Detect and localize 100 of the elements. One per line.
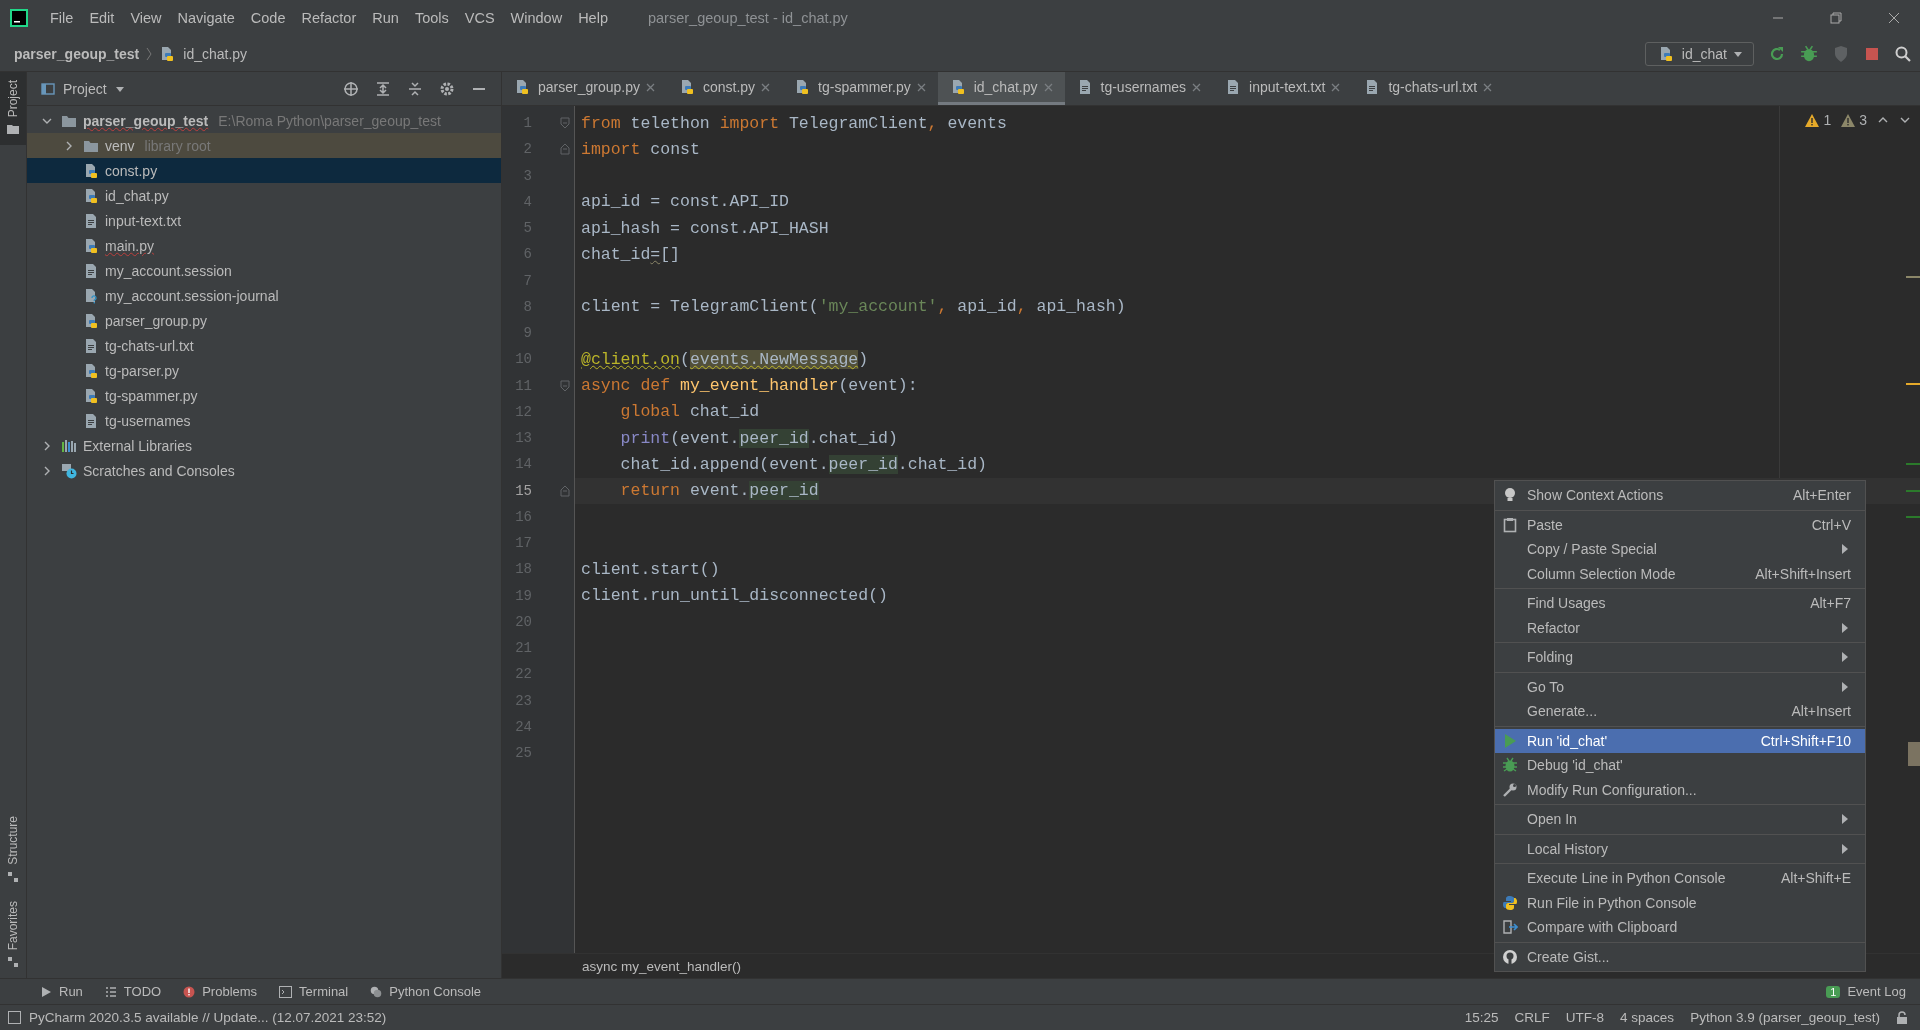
panel-title-dropdown[interactable]: Project [63, 80, 107, 97]
editor-tab[interactable]: const.py [666, 72, 783, 105]
inspection-counter[interactable]: 1 [1805, 112, 1832, 128]
fold-marker-icon[interactable] [560, 143, 570, 156]
stop-icon[interactable] [1864, 45, 1880, 62]
tree-row[interactable]: Scratches and Consoles [27, 458, 501, 483]
menu-item[interactable]: Window [502, 10, 571, 26]
shield-icon[interactable] [1832, 44, 1850, 63]
tree-row[interactable]: main.py [27, 233, 501, 258]
tree-row[interactable]: External Libraries [27, 433, 501, 458]
menu-item[interactable]: Local History [1495, 836, 1865, 861]
rerun-icon[interactable] [1768, 44, 1786, 63]
menu-item[interactable]: Code [242, 10, 294, 26]
tree-row[interactable]: tg-parser.py [27, 358, 501, 383]
tree-row[interactable]: tg-spammer.py [27, 383, 501, 408]
tool-window-button[interactable]: Problems [183, 984, 258, 999]
menu-item[interactable]: Generate... Alt+Insert [1495, 699, 1865, 724]
status-bar-item[interactable]: Python 3.9 (parser_geoup_test) [1690, 1010, 1880, 1025]
code-breadcrumb[interactable]: async my_event_handler() [582, 958, 742, 974]
tool-window-tab[interactable]: Favorites [0, 892, 26, 978]
search-icon[interactable] [1894, 44, 1912, 63]
fold-marker-icon[interactable] [560, 117, 570, 130]
tree-row[interactable]: id_chat.py [27, 183, 501, 208]
menu-item[interactable]: Tools [406, 10, 457, 26]
status-bar-item[interactable]: CRLF [1514, 1010, 1550, 1025]
menu-item[interactable]: Open In [1495, 807, 1865, 832]
status-message[interactable]: PyCharm 2020.3.5 available // Update... (12.07.2021 23:52) [29, 1010, 387, 1025]
close-icon[interactable] [1331, 82, 1341, 92]
fold-marker-icon[interactable] [560, 379, 570, 392]
tool-window-button[interactable]: Python Console [370, 984, 481, 999]
menu-item[interactable]: Create Gist... [1495, 944, 1865, 969]
close-icon[interactable] [916, 82, 926, 92]
tool-window-tab[interactable]: Structure [0, 807, 26, 893]
tree-row[interactable]: const.py [27, 158, 501, 183]
inspection-counter[interactable]: 3 [1841, 112, 1867, 128]
menu-item[interactable]: Edit [81, 10, 123, 26]
menu-item[interactable]: Run [364, 10, 407, 26]
menu-item[interactable]: Run 'id_chat' Ctrl+Shift+F10 [1495, 728, 1865, 753]
menu-item[interactable]: Compare with Clipboard [1495, 915, 1865, 940]
close-icon[interactable] [1043, 82, 1053, 92]
editor-tab[interactable]: id_chat.py [937, 72, 1065, 105]
tree-row[interactable]: tg-usernames [27, 408, 501, 433]
tool-window-button[interactable]: Run [40, 984, 83, 999]
close-icon[interactable] [1192, 82, 1202, 92]
scroll-thumb[interactable] [1908, 742, 1920, 766]
bug-icon[interactable] [1800, 44, 1818, 63]
menu-item[interactable]: Column Selection Mode Alt+Shift+Insert [1495, 561, 1865, 586]
tool-window-tab[interactable]: Project [0, 72, 26, 146]
menu-item[interactable]: File [42, 10, 82, 26]
tool-window-button[interactable]: Terminal [279, 984, 349, 999]
tree-row[interactable]: my_account.session-journal [27, 283, 501, 308]
menu-item[interactable]: Refactor [1495, 615, 1865, 640]
close-icon[interactable] [761, 82, 771, 92]
menu-item[interactable]: Run File in Python Console [1495, 890, 1865, 915]
tree-row[interactable]: venv library root [27, 133, 501, 158]
menu-item[interactable]: Copy / Paste Special [1495, 537, 1865, 562]
close-icon[interactable] [1888, 12, 1900, 24]
editor-tab[interactable]: tg-usernames [1064, 72, 1214, 105]
tree-row[interactable]: parser_geoup_test E:\Roma Python\parser_geoup_test [27, 108, 501, 133]
menu-item[interactable]: Execute Line in Python Console Alt+Shift+E [1495, 866, 1865, 891]
status-bar-item[interactable]: UTF-8 [1565, 1010, 1605, 1025]
menu-item[interactable]: Show Context Actions Alt+Enter [1495, 483, 1865, 508]
menu-item[interactable]: Find Usages Alt+F7 [1495, 591, 1865, 616]
menu-item[interactable]: Debug 'id_chat' [1495, 753, 1865, 778]
tree-row[interactable]: tg-chats-url.txt [27, 333, 501, 358]
crosshair-icon[interactable] [343, 80, 359, 97]
close-icon[interactable] [1483, 82, 1493, 92]
editor-tab[interactable]: input-text.txt [1213, 72, 1353, 105]
editor-tab[interactable]: tg-chats-url.txt [1352, 72, 1505, 105]
menu-item[interactable]: Navigate [169, 10, 243, 26]
menu-item[interactable]: View [122, 10, 170, 26]
menu-item[interactable]: Help [570, 10, 616, 26]
status-bar-item[interactable]: 15:25 [1464, 1010, 1499, 1025]
restore-icon[interactable] [1830, 12, 1842, 24]
tree-row[interactable]: parser_group.py [27, 308, 501, 333]
editor-tab[interactable]: parser_group.py [502, 72, 667, 105]
run-configuration-dropdown[interactable]: id_chat [1644, 41, 1754, 66]
panel-toggle-icon[interactable] [8, 1011, 21, 1024]
collapse-all-icon[interactable] [407, 80, 423, 97]
event-log-button[interactable]: 1 Event Log [1826, 984, 1906, 999]
settings-icon[interactable] [439, 80, 455, 97]
menu-item[interactable]: Modify Run Configuration... [1495, 777, 1865, 802]
breadcrumb-item[interactable]: parser_geoup_test [14, 45, 140, 62]
menu-item[interactable]: Refactor [293, 10, 365, 26]
menu-item[interactable]: Folding [1495, 645, 1865, 670]
dropdown-caret-icon[interactable] [114, 84, 125, 93]
tool-window-button[interactable]: TODO [104, 984, 162, 999]
tree-row[interactable]: my_account.session [27, 258, 501, 283]
padlock-icon[interactable] [1896, 1011, 1908, 1024]
breadcrumb-item[interactable]: id_chat.py [183, 45, 248, 62]
editor-tab[interactable]: tg-spammer.py [782, 72, 938, 105]
menu-item[interactable]: Paste Ctrl+V [1495, 512, 1865, 537]
expand-all-icon[interactable] [375, 80, 391, 97]
status-bar-item[interactable]: 4 spaces [1620, 1010, 1675, 1025]
tree-row[interactable]: input-text.txt [27, 208, 501, 233]
menu-item[interactable]: Go To [1495, 674, 1865, 699]
fold-marker-icon[interactable] [560, 484, 570, 497]
close-icon[interactable] [645, 82, 655, 92]
tree-item-label: id_chat.py [105, 187, 169, 204]
menu-item[interactable]: VCS [456, 10, 503, 26]
